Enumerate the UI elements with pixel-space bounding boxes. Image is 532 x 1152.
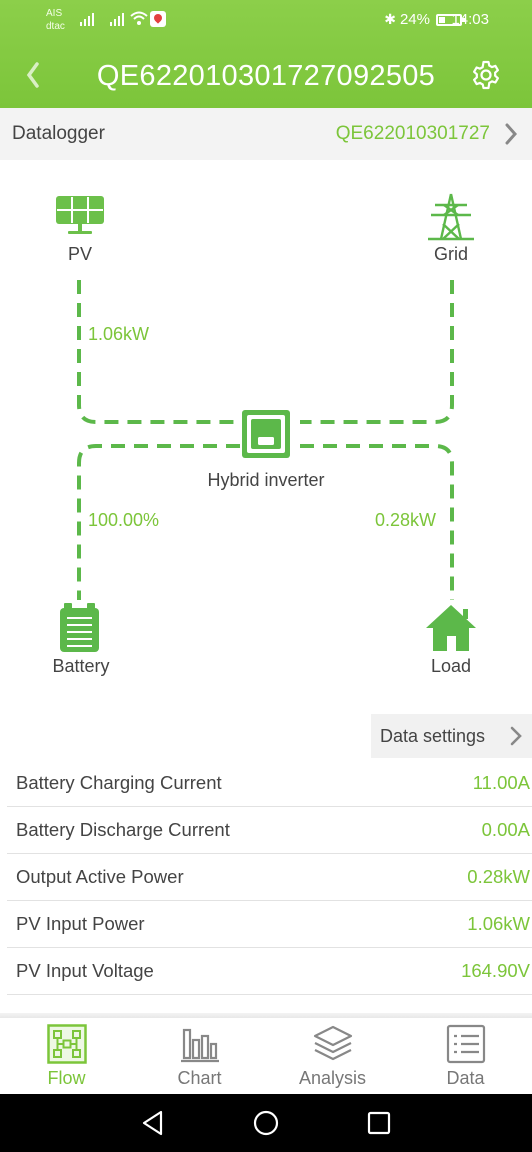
- solar-panel-icon: [56, 196, 104, 234]
- battery-percent: 24%: [399, 11, 430, 28]
- data-settings-label: Data settings: [380, 725, 486, 746]
- house-icon: [426, 605, 476, 651]
- chevron-left-icon[interactable]: [22, 58, 44, 92]
- page-title: QE622010301727092505: [96, 60, 436, 92]
- load-label: Load: [430, 656, 472, 676]
- tab-chart[interactable]: Chart: [133, 1018, 266, 1094]
- location-app-icon: [150, 11, 166, 27]
- row-value: 164.90V: [461, 960, 530, 981]
- system-nav-bar: [0, 1094, 532, 1152]
- carrier-label: AIS dtac: [46, 7, 65, 33]
- load-power-value: 0.28kW: [375, 510, 437, 530]
- data-settings-button[interactable]: Data settings: [371, 714, 532, 758]
- energy-flow-diagram: PV Grid Hybrid inverter Battery Load 1.0…: [0, 160, 532, 715]
- row-value: 0.28kW: [467, 866, 530, 887]
- battery-soc-value: 100.00%: [88, 510, 160, 530]
- row-label: PV Input Power: [16, 913, 145, 934]
- row-label: Battery Discharge Current: [16, 819, 230, 840]
- datalogger-row[interactable]: Datalogger QE622010301727: [0, 108, 532, 160]
- datalogger-value: QE622010301727: [335, 123, 490, 144]
- tab-label: Analysis: [298, 1068, 367, 1088]
- bottom-tab-bar: Flow Chart Analysis Data: [0, 1018, 532, 1094]
- list-icon: [446, 1024, 486, 1064]
- clock: 14:03: [451, 11, 489, 28]
- tab-analysis[interactable]: Analysis: [266, 1018, 399, 1094]
- back-triangle-icon[interactable]: [141, 1110, 165, 1136]
- data-list: Battery Charging Current 11.00A Battery …: [7, 760, 532, 995]
- row-label: Output Active Power: [16, 866, 184, 887]
- row-value: 1.06kW: [467, 913, 530, 934]
- gear-icon[interactable]: [470, 59, 502, 91]
- carrier-2: dtac: [46, 21, 65, 32]
- home-circle-icon[interactable]: [253, 1110, 279, 1136]
- list-item: PV Input Power 1.06kW: [7, 901, 532, 948]
- inverter-icon: [242, 410, 290, 458]
- datalogger-label: Datalogger: [12, 123, 105, 144]
- tab-label: Chart: [177, 1068, 222, 1088]
- battery-icon: [60, 603, 99, 652]
- row-label: PV Input Voltage: [16, 960, 154, 981]
- pv-label: PV: [67, 244, 92, 264]
- list-item: Battery Discharge Current 0.00A: [7, 807, 532, 854]
- layers-icon: [313, 1025, 353, 1061]
- top-app-bar: AIS dtac ✱ 24% 14:03 QE62201030172709250…: [0, 0, 532, 108]
- pv-power-value: 1.06kW: [88, 324, 150, 344]
- carrier-1: AIS: [46, 8, 63, 19]
- status-bar: AIS dtac ✱ 24% 14:03: [0, 0, 532, 40]
- row-value: 0.00A: [481, 819, 530, 840]
- signal-icon: [80, 12, 94, 26]
- tab-data[interactable]: Data: [399, 1018, 532, 1094]
- pv-flow-line: [77, 280, 240, 424]
- tab-label: Flow: [47, 1068, 86, 1088]
- row-label: Battery Charging Current: [16, 772, 222, 793]
- list-item: Battery Charging Current 11.00A: [7, 760, 532, 807]
- bar-chart-icon: [181, 1028, 219, 1063]
- chevron-right-icon: [510, 726, 522, 746]
- signal-2-icon: [110, 12, 124, 26]
- chevron-right-icon: [505, 123, 518, 145]
- grid-flow-line: [300, 280, 454, 424]
- list-item: Output Active Power 0.28kW: [7, 854, 532, 901]
- bluetooth-icon: ✱: [384, 11, 396, 27]
- grid-label: Grid: [433, 244, 468, 264]
- tab-flow[interactable]: Flow: [0, 1018, 133, 1094]
- recents-square-icon[interactable]: [367, 1111, 391, 1135]
- row-value: 11.00A: [472, 772, 530, 793]
- wifi-icon: [130, 11, 148, 25]
- inverter-label: Hybrid inverter: [207, 470, 325, 490]
- power-tower-icon: [428, 193, 474, 241]
- status-right: ✱ 24%: [384, 11, 465, 28]
- tab-label: Data: [446, 1068, 485, 1088]
- list-item: PV Input Voltage 164.90V: [7, 948, 532, 995]
- battery-label: Battery: [52, 656, 110, 676]
- flow-icon: [47, 1024, 87, 1064]
